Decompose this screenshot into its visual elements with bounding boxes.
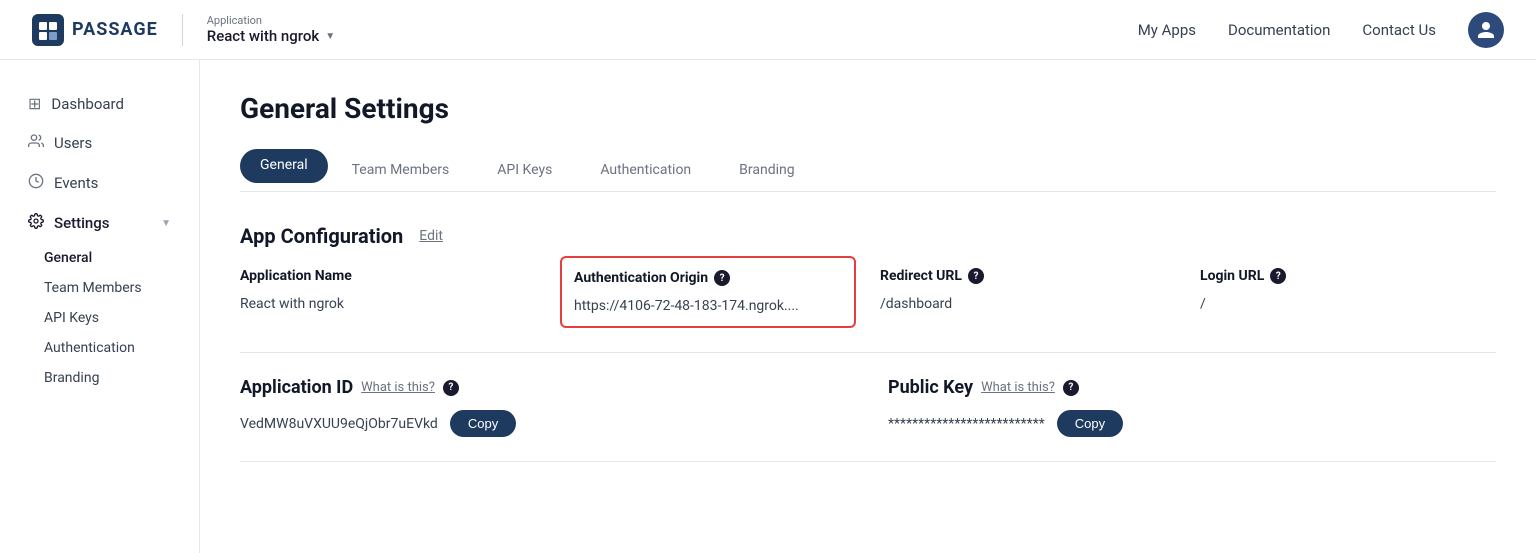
tab-team-members[interactable]: Team Members <box>328 152 474 190</box>
logo-text: PASSAGE <box>72 19 158 40</box>
public-key-label: Public Key What is this? ? <box>888 377 1496 398</box>
redirect-url-label: Redirect URL ? <box>880 268 1176 284</box>
redirect-url-info-icon[interactable]: ? <box>968 268 984 284</box>
public-key-value-row: ************************** Copy <box>888 410 1496 437</box>
login-url-info-icon[interactable]: ? <box>1270 268 1286 284</box>
sidebar-sub-general[interactable]: General <box>24 243 191 273</box>
logo-icon <box>32 14 64 46</box>
app-id-info-icon[interactable]: ? <box>443 380 459 396</box>
public-key-value: ************************** <box>888 416 1045 432</box>
app-name-value: React with ngrok <box>240 296 536 312</box>
page-title: General Settings <box>240 92 1496 125</box>
app-selector[interactable]: Application React with ngrok ▼ <box>207 14 335 45</box>
header: PASSAGE Application React with ngrok ▼ M… <box>0 0 1536 60</box>
sidebar-users-label: Users <box>54 134 92 152</box>
settings-icon <box>28 213 44 233</box>
login-url-label: Login URL ? <box>1200 268 1496 284</box>
public-key-cell: Public Key What is this? ? *************… <box>888 377 1496 437</box>
header-divider <box>182 14 183 46</box>
redirect-url-value: /dashboard <box>880 296 1176 312</box>
app-id-label: Application ID What is this? ? <box>240 377 848 398</box>
logo: PASSAGE <box>32 14 158 46</box>
sidebar-sub-api-keys[interactable]: API Keys <box>24 303 191 333</box>
public-key-what-is-this[interactable]: What is this? <box>981 380 1055 395</box>
documentation-link[interactable]: Documentation <box>1228 21 1330 39</box>
sidebar-sub-branding[interactable]: Branding <box>24 363 191 393</box>
sidebar-sub-authentication[interactable]: Authentication <box>24 333 191 363</box>
dashboard-icon: ⊞ <box>28 94 41 113</box>
avatar-icon <box>1476 20 1496 40</box>
divider-2 <box>240 461 1496 462</box>
auth-origin-info-icon[interactable]: ? <box>714 270 730 286</box>
config-app-name: Application Name React with ngrok <box>240 268 536 328</box>
main-content: General Settings General Team Members AP… <box>200 60 1536 553</box>
divider-1 <box>240 352 1496 353</box>
section-header: App Configuration Edit <box>240 224 1496 248</box>
tab-authentication[interactable]: Authentication <box>576 152 715 190</box>
sidebar-events-label: Events <box>54 174 98 192</box>
settings-chevron-icon: ▼ <box>161 218 171 229</box>
app-name: React with ngrok <box>207 27 319 45</box>
sidebar-item-dashboard[interactable]: ⊞ Dashboard <box>8 84 191 123</box>
tab-general[interactable]: General <box>240 149 328 183</box>
chevron-down-icon: ▼ <box>325 31 335 42</box>
sidebar-item-settings[interactable]: Settings ▼ <box>8 203 191 243</box>
bottom-section: Application ID What is this? ? VedMW8uVX… <box>240 377 1496 437</box>
auth-origin-value: https://4106-72-48-183-174.ngrok.... <box>574 298 842 314</box>
public-key-copy-button[interactable]: Copy <box>1057 410 1123 437</box>
header-nav: My Apps Documentation Contact Us <box>1138 12 1504 48</box>
app-id-value: VedMW8uVXUU9eQjObr7uEVkd <box>240 416 438 432</box>
app-label: Application <box>207 14 335 27</box>
avatar[interactable] <box>1468 12 1504 48</box>
sidebar-item-users[interactable]: Users <box>8 123 191 163</box>
sidebar-item-events[interactable]: Events <box>8 163 191 203</box>
auth-origin-label: Authentication Origin ? <box>574 270 842 286</box>
header-left: PASSAGE Application React with ngrok ▼ <box>32 14 335 46</box>
tab-branding[interactable]: Branding <box>715 152 818 190</box>
public-key-info-icon[interactable]: ? <box>1063 380 1079 396</box>
sidebar-sub-team-members[interactable]: Team Members <box>24 273 191 303</box>
app-id-what-is-this[interactable]: What is this? <box>361 380 435 395</box>
sidebar-item-label: Dashboard <box>51 95 124 113</box>
contact-us-link[interactable]: Contact Us <box>1362 21 1436 39</box>
my-apps-link[interactable]: My Apps <box>1138 21 1196 39</box>
sidebar: ⊞ Dashboard Users Events <box>0 60 200 553</box>
section-title: App Configuration <box>240 224 403 248</box>
users-icon <box>28 133 44 153</box>
config-auth-origin: Authentication Origin ? https://4106-72-… <box>560 256 856 328</box>
app-id-value-row: VedMW8uVXUU9eQjObr7uEVkd Copy <box>240 410 848 437</box>
config-redirect-url: Redirect URL ? /dashboard <box>880 268 1176 328</box>
sidebar-settings-label: Settings <box>54 214 110 232</box>
edit-link[interactable]: Edit <box>419 228 443 244</box>
config-login-url: Login URL ? / <box>1200 268 1496 328</box>
app-name-row: React with ngrok ▼ <box>207 27 335 45</box>
login-url-value: / <box>1200 296 1496 312</box>
config-grid: Application Name React with ngrok Authen… <box>240 268 1496 328</box>
tab-api-keys[interactable]: API Keys <box>473 152 576 190</box>
sidebar-sub-menu: General Team Members API Keys Authentica… <box>0 243 199 393</box>
tabs-bar: General Team Members API Keys Authentica… <box>240 149 1496 192</box>
events-icon <box>28 173 44 193</box>
layout: ⊞ Dashboard Users Events <box>0 60 1536 553</box>
app-name-label: Application Name <box>240 268 536 284</box>
app-id-cell: Application ID What is this? ? VedMW8uVX… <box>240 377 848 437</box>
app-id-copy-button[interactable]: Copy <box>450 410 516 437</box>
